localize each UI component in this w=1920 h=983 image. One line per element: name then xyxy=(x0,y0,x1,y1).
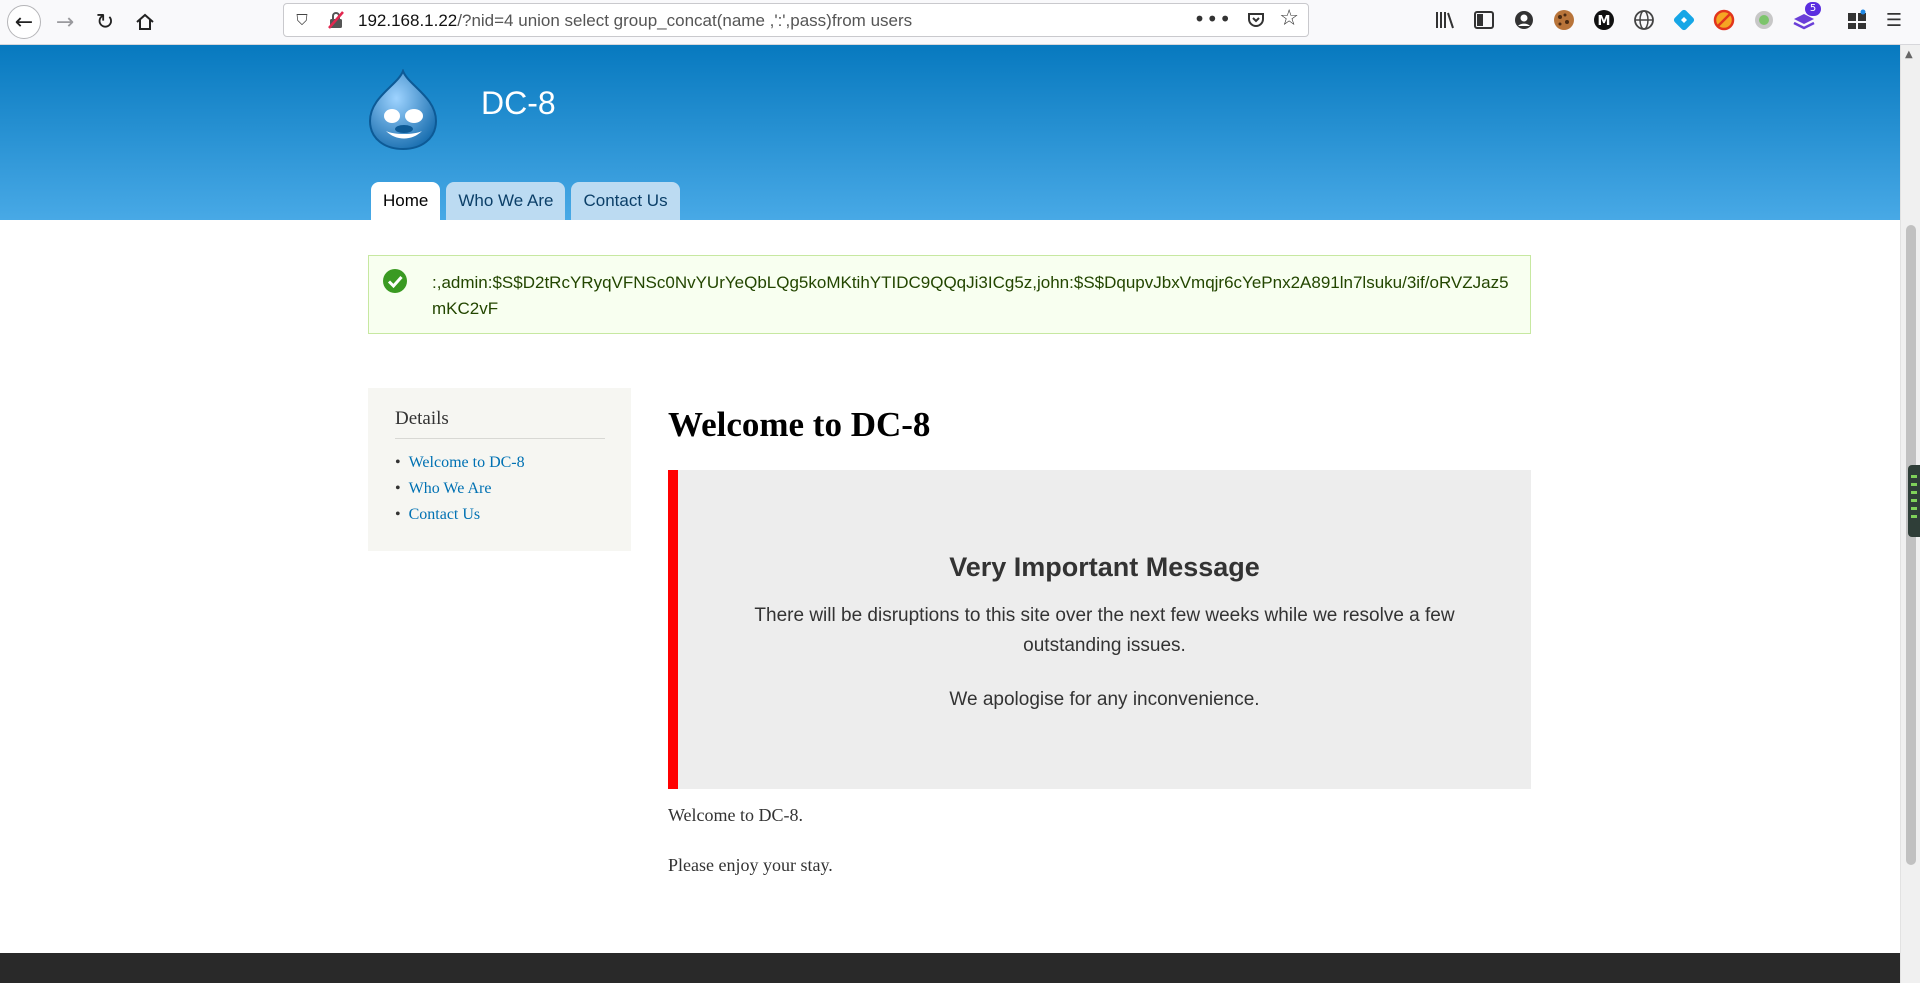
page-actions-more-icon[interactable]: ••• xyxy=(1194,7,1232,31)
extensions-puzzle-icon[interactable] xyxy=(1845,8,1869,32)
sidebar-block: Details Welcome to DC-8 Who We Are Conta… xyxy=(368,388,631,551)
check-circle-icon xyxy=(383,269,407,293)
site-header: DC-8 Home Who We Are Contact Us xyxy=(0,45,1900,220)
reload-icon: ↻ xyxy=(95,9,115,35)
blocker-extension-icon[interactable] xyxy=(1712,8,1736,32)
extension-badge: 5 xyxy=(1805,2,1821,16)
url-host: 192.168.1.22 xyxy=(358,11,458,30)
circle-extension-icon[interactable] xyxy=(1752,8,1776,32)
notice-apology: We apologise for any inconvenience. xyxy=(949,689,1260,710)
reload-button[interactable]: ↻ xyxy=(88,5,122,39)
scrollbar-thumb[interactable] xyxy=(1906,225,1916,865)
web-page: DC-8 Home Who We Are Contact Us :,admin:… xyxy=(0,45,1900,983)
tab-home[interactable]: Home xyxy=(371,182,441,220)
shield-icon[interactable]: ⛉ xyxy=(292,10,312,30)
sidebar-title: Details xyxy=(395,408,449,429)
account-icon[interactable] xyxy=(1512,8,1536,32)
sidebar-divider xyxy=(395,438,605,439)
side-panel-handle[interactable] xyxy=(1908,465,1920,537)
sidebar-item-contact-us[interactable]: Contact Us xyxy=(395,502,525,528)
tab-who-we-are[interactable]: Who We Are xyxy=(446,182,566,220)
primary-tabs: Home Who We Are Contact Us xyxy=(371,182,686,220)
status-message: :,admin:$S$D2tRcYRyqVFNSc0NvYUrYeQbLQg5k… xyxy=(368,255,1531,334)
cube-extension-icon[interactable] xyxy=(1672,8,1696,32)
body-paragraph: Please enjoy your stay. xyxy=(668,855,833,875)
insecure-lock-icon[interactable] xyxy=(326,10,346,30)
home-icon xyxy=(136,13,154,30)
site-footer xyxy=(0,953,1900,983)
sidebar-item-welcome[interactable]: Welcome to DC-8 xyxy=(395,450,525,476)
home-button[interactable] xyxy=(128,5,162,39)
body-paragraph: Welcome to DC-8. xyxy=(668,805,804,825)
tab-contact-us[interactable]: Contact Us xyxy=(571,182,680,220)
sidebar-menu: Welcome to DC-8 Who We Are Contact Us xyxy=(395,450,525,528)
arrow-right-icon: → xyxy=(55,9,75,35)
bookmark-star-icon[interactable]: ☆ xyxy=(1279,6,1299,31)
m-extension-icon[interactable]: M xyxy=(1592,8,1616,32)
forward-button[interactable]: → xyxy=(48,5,82,39)
library-icon[interactable] xyxy=(1433,8,1457,32)
svg-text:M: M xyxy=(1598,14,1611,29)
pocket-icon[interactable] xyxy=(1246,10,1266,30)
notice-text: There will be disruptions to this site o… xyxy=(754,605,1455,656)
arrow-left-icon: ← xyxy=(14,9,34,35)
globe-extension-icon[interactable] xyxy=(1632,8,1656,32)
status-message-text: :,admin:$S$D2tRcYRyqVFNSc0NvYUrYeQbLQg5k… xyxy=(432,273,1509,318)
important-notice: Very Important Message There will be dis… xyxy=(668,470,1531,789)
address-bar[interactable]: ⛉ 192.168.1.22/?nid=4 union select group… xyxy=(283,3,1309,37)
back-button[interactable]: ← xyxy=(7,5,41,39)
drupal-logo-icon[interactable] xyxy=(366,69,440,151)
sidebar-item-who-we-are[interactable]: Who We Are xyxy=(395,476,525,502)
url-path: /?nid=4 union select group_concat(name ,… xyxy=(457,11,913,30)
cookie-extension-icon[interactable] xyxy=(1552,8,1576,32)
sidebar-toggle-icon[interactable] xyxy=(1472,8,1496,32)
url-text[interactable]: 192.168.1.22/?nid=4 union select group_c… xyxy=(358,11,912,31)
scroll-up-arrow-icon[interactable]: ▲ xyxy=(1905,49,1913,60)
page-title: Welcome to DC-8 xyxy=(668,405,931,444)
notice-heading: Very Important Message xyxy=(949,552,1260,582)
site-name[interactable]: DC-8 xyxy=(481,85,556,122)
hamburger-menu-icon[interactable]: ☰ xyxy=(1882,8,1906,32)
browser-toolbar: ← → ↻ ⛉ 192.168.1.22/?nid=4 union select… xyxy=(0,0,1920,45)
